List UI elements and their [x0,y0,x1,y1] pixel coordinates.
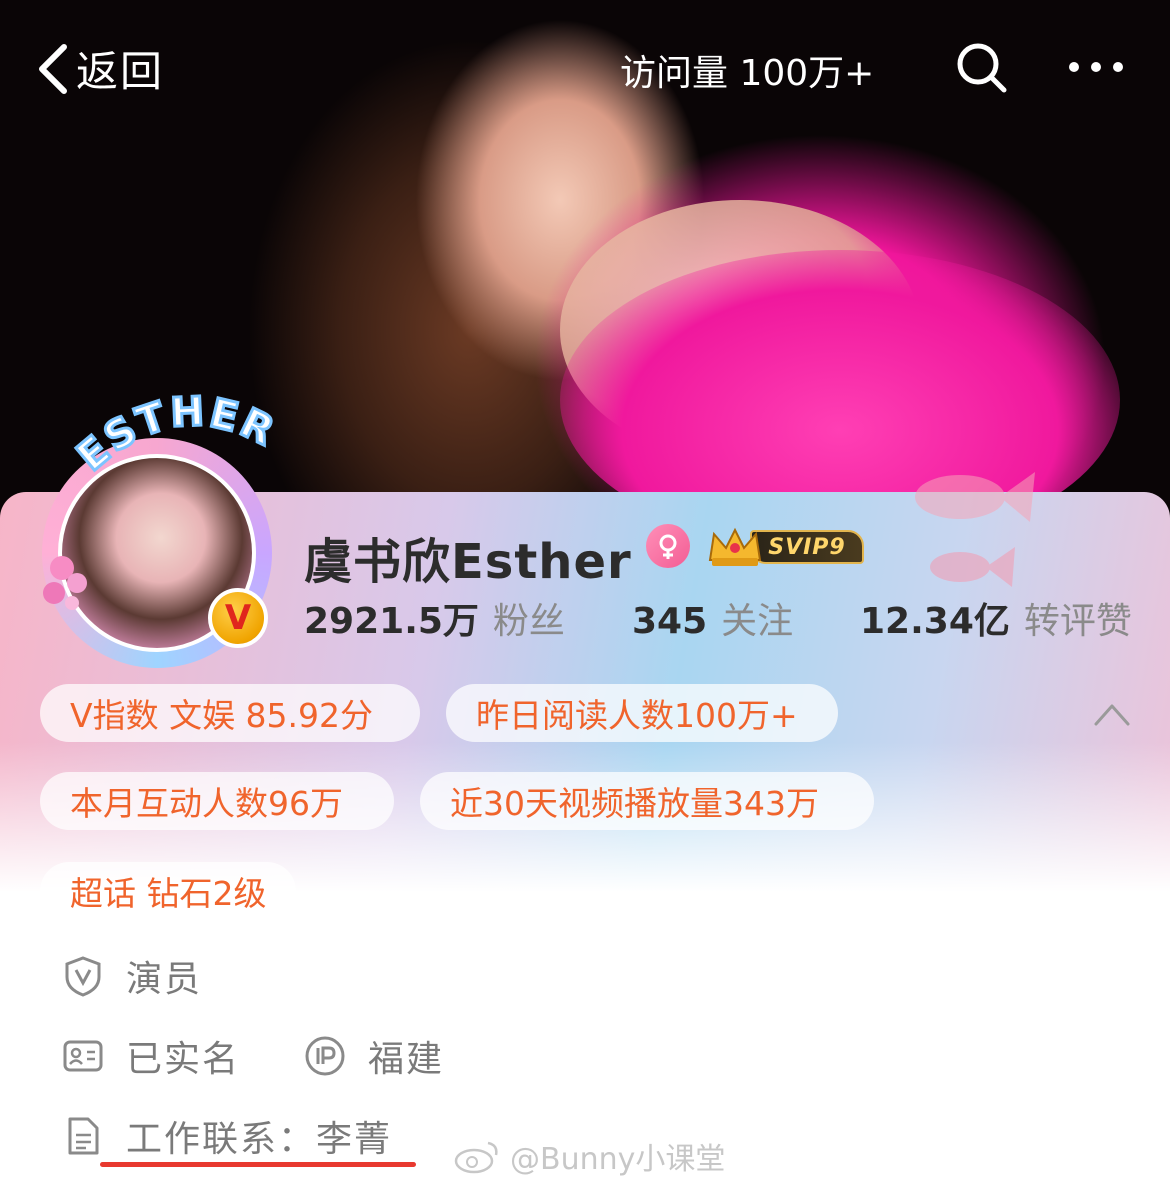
weibo-logo-icon [454,1141,498,1174]
svg-text:ESTHER: ESTHER [72,389,283,478]
following-stat[interactable]: 345 关注 [632,592,793,644]
followers-stat[interactable]: 2921.5万 粉丝 [304,592,565,644]
occupation-text: 演员 [126,959,203,1000]
female-gender-icon [646,524,690,568]
more-dots-icon[interactable] [1066,52,1126,82]
chip-yesterday-readers[interactable]: 昨日阅读人数100万+ [446,684,838,742]
back-label: 返回 [76,47,165,96]
avatar-container: ESTHER V [32,388,282,668]
profile-stats: 2921.5万 粉丝 345 关注 12.34亿 转评赞 [304,592,1144,642]
engagement-label: 转评赞 [1023,601,1132,642]
avatar-flower-decor-icon [43,556,87,610]
chip-monthly-interactions[interactable]: 本月互动人数96万 [40,772,394,830]
shield-v-icon [65,956,101,997]
followers-count: 2921.5万 [304,601,479,642]
profile-name: 虞书欣Esther [304,534,632,590]
occupation-row: 演员 [62,950,202,1002]
work-contact-row[interactable]: 工作联系：李菁 [62,1110,392,1162]
annotation-underline [100,1162,416,1167]
chip-super-topic[interactable]: 超话 钻石2级 [40,862,296,920]
verified-v-icon: V [208,588,268,648]
ip-location-text: 福建 [368,1039,445,1080]
following-label: 关注 [721,601,794,642]
engagement-stat[interactable]: 12.34亿 转评赞 [860,592,1132,644]
work-contact-text: 工作联系：李菁 [126,1119,393,1160]
engagement-count: 12.34亿 [860,601,1010,642]
chip-v-index[interactable]: V指数 文娱 85.92分 [40,684,420,742]
ip-icon [305,1036,345,1076]
visit-count-label: 访问量 100万+ [620,53,875,94]
top-nav-bar: 返回 访问量 100万+ [0,0,1170,140]
avatar-frame-text: ESTHER [72,388,283,478]
back-chevron-icon [39,43,67,94]
search-icon[interactable] [954,40,1010,96]
ip-location-row: 福建 [304,1030,444,1082]
back-button[interactable]: 返回 [36,38,164,99]
decor-fish-icon [915,472,1035,522]
svip-plate: SVIP9 [750,530,864,564]
watermark: @Bunny小课堂 [452,1134,725,1178]
svip-crown-icon [708,527,762,566]
document-icon [68,1117,99,1155]
chevron-up-icon[interactable] [1090,696,1134,730]
following-count: 345 [632,601,708,642]
id-card-icon [63,1040,103,1072]
realname-row: 已实名 [62,1030,240,1082]
chip-video-plays[interactable]: 近30天视频播放量343万 [420,772,874,830]
followers-label: 粉丝 [492,601,565,642]
realname-text: 已实名 [126,1039,241,1080]
watermark-text: @Bunny小课堂 [510,1142,726,1177]
svip-badge[interactable]: SVIP9 [706,524,864,568]
